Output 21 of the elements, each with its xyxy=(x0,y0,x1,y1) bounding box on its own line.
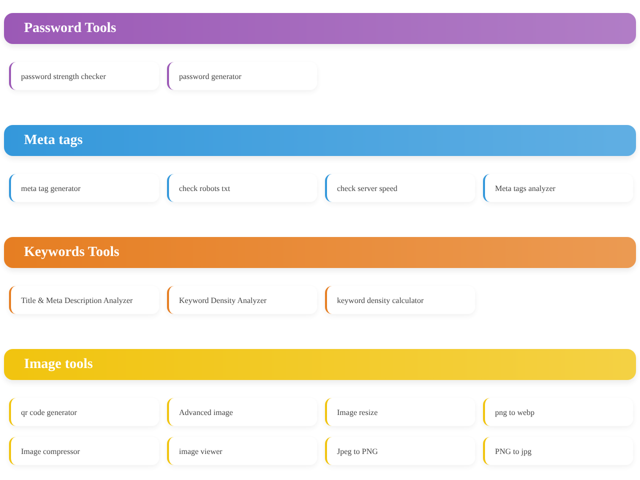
tool-link[interactable]: Title & Meta Description Analyzer xyxy=(9,286,159,314)
tool-link[interactable]: image viewer xyxy=(167,437,317,465)
tool-link[interactable]: meta tag generator xyxy=(9,174,159,202)
tool-link[interactable]: keyword density calculator xyxy=(325,286,475,314)
tool-link[interactable]: qr code generator xyxy=(9,398,159,426)
tool-link[interactable]: password generator xyxy=(167,62,317,90)
tool-link[interactable]: Keyword Density Analyzer xyxy=(167,286,317,314)
tool-link[interactable]: PNG to jpg xyxy=(483,437,633,465)
tool-link[interactable]: password strength checker xyxy=(9,62,159,90)
tool-link[interactable]: Jpeg to PNG xyxy=(325,437,475,465)
tool-link[interactable]: Advanced image xyxy=(167,398,317,426)
tool-link[interactable]: png to webp xyxy=(483,398,633,426)
tool-link[interactable]: check server speed xyxy=(325,174,475,202)
tool-link[interactable]: Image resize xyxy=(325,398,475,426)
tool-link[interactable]: Image compressor xyxy=(9,437,159,465)
tool-link[interactable]: check robots txt xyxy=(167,174,317,202)
section-title: Image tools xyxy=(24,356,93,372)
section-title: Password Tools xyxy=(24,20,116,36)
section-title: Keywords Tools xyxy=(24,244,120,260)
tool-link[interactable]: Meta tags analyzer xyxy=(483,174,633,202)
section-title: Meta tags xyxy=(24,132,83,148)
